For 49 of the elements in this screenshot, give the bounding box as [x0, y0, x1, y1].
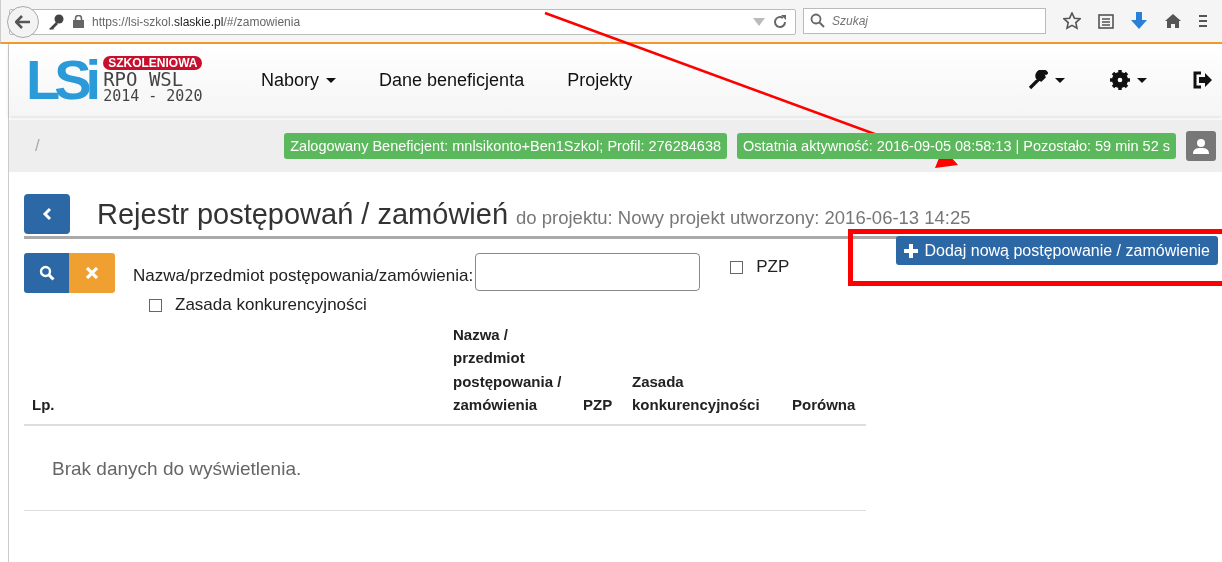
nav-link[interactable]: Dane beneficjenta: [379, 69, 525, 91]
caret-icon[interactable]: [326, 77, 337, 83]
search-field[interactable]: Szukaj: [803, 8, 1046, 34]
filter-label: Nazwa/przedmiot postępowania/zamówienia:: [133, 266, 474, 286]
nav-link[interactable]: Nabory: [261, 69, 320, 91]
back-arrow-icon: [15, 14, 31, 29]
add-button[interactable]: Dodaj nową postępowanie / zamówienie: [896, 236, 1218, 265]
checkbox[interactable]: [149, 298, 162, 312]
search-icon: [38, 265, 55, 281]
home-icon[interactable]: [1164, 13, 1182, 29]
column-header[interactable]: Nazwa / przedmiot postępowania / zamówienia: [453, 323, 578, 416]
empty-message: Brak danych do wyświetlenia.: [24, 426, 866, 511]
download-icon[interactable]: [1131, 12, 1147, 30]
column-header[interactable]: Zasada konkurencyjności: [632, 369, 787, 416]
column-header[interactable]: Lp.: [32, 392, 453, 416]
page-subtitle: do projektu: Nowy projekt utworzony: 2016-06-13 14:25: [516, 207, 971, 229]
column-header[interactable]: Porówna: [792, 392, 866, 416]
star-icon[interactable]: [1063, 12, 1081, 30]
logout-button[interactable]: [1192, 71, 1212, 89]
url-text: https://lsi-szkol.slaskie.pl/#/zamowienia: [92, 14, 301, 29]
reader-icon[interactable]: [1098, 13, 1114, 29]
plus-icon: [904, 243, 919, 258]
user-icon: [1193, 138, 1209, 154]
menu-icon[interactable]: [1199, 14, 1207, 28]
user-button[interactable]: [1186, 131, 1216, 161]
checkbox-label: Zasada konkurencyjności: [175, 295, 367, 315]
logo-years: 2014 - 2020: [103, 89, 203, 104]
back-button[interactable]: [24, 194, 70, 234]
status-badge: Zalogowany Beneficjent: mnlsikonto+Ben1Szkol; Profil: 276284638: [284, 133, 728, 159]
close-icon: [86, 267, 98, 279]
checkbox[interactable]: [730, 260, 744, 274]
status-badge: Ostatnia aktywność: 2016-09-05 08:58:13 | Pozostało: 59 min 52 s: [737, 133, 1176, 159]
key-icon[interactable]: [47, 12, 65, 31]
wrench-menu-button[interactable]: [1028, 70, 1065, 90]
chevron-left-icon: [42, 207, 52, 221]
back-button[interactable]: [7, 5, 39, 38]
settings-menu-button[interactable]: [1110, 70, 1147, 90]
nav-link[interactable]: Projekty: [567, 69, 633, 91]
column-header[interactable]: PZP: [583, 392, 632, 416]
address-bar[interactable]: https://lsi-szkol.slaskie.pl/#/zamowienia: [9, 8, 796, 35]
lock-icon: [73, 15, 84, 28]
reload-icon[interactable]: [773, 14, 787, 29]
search-icon: [810, 13, 825, 28]
search-button[interactable]: [24, 253, 69, 293]
page-title: Rejestr postępowań / zamówień: [97, 197, 509, 231]
logo-badge: SZKOLENIOWA: [103, 56, 203, 70]
name-input-field[interactable]: [475, 253, 701, 291]
checkbox-label: PZP: [756, 257, 790, 277]
logo-text: RPO WSL: [103, 70, 184, 89]
